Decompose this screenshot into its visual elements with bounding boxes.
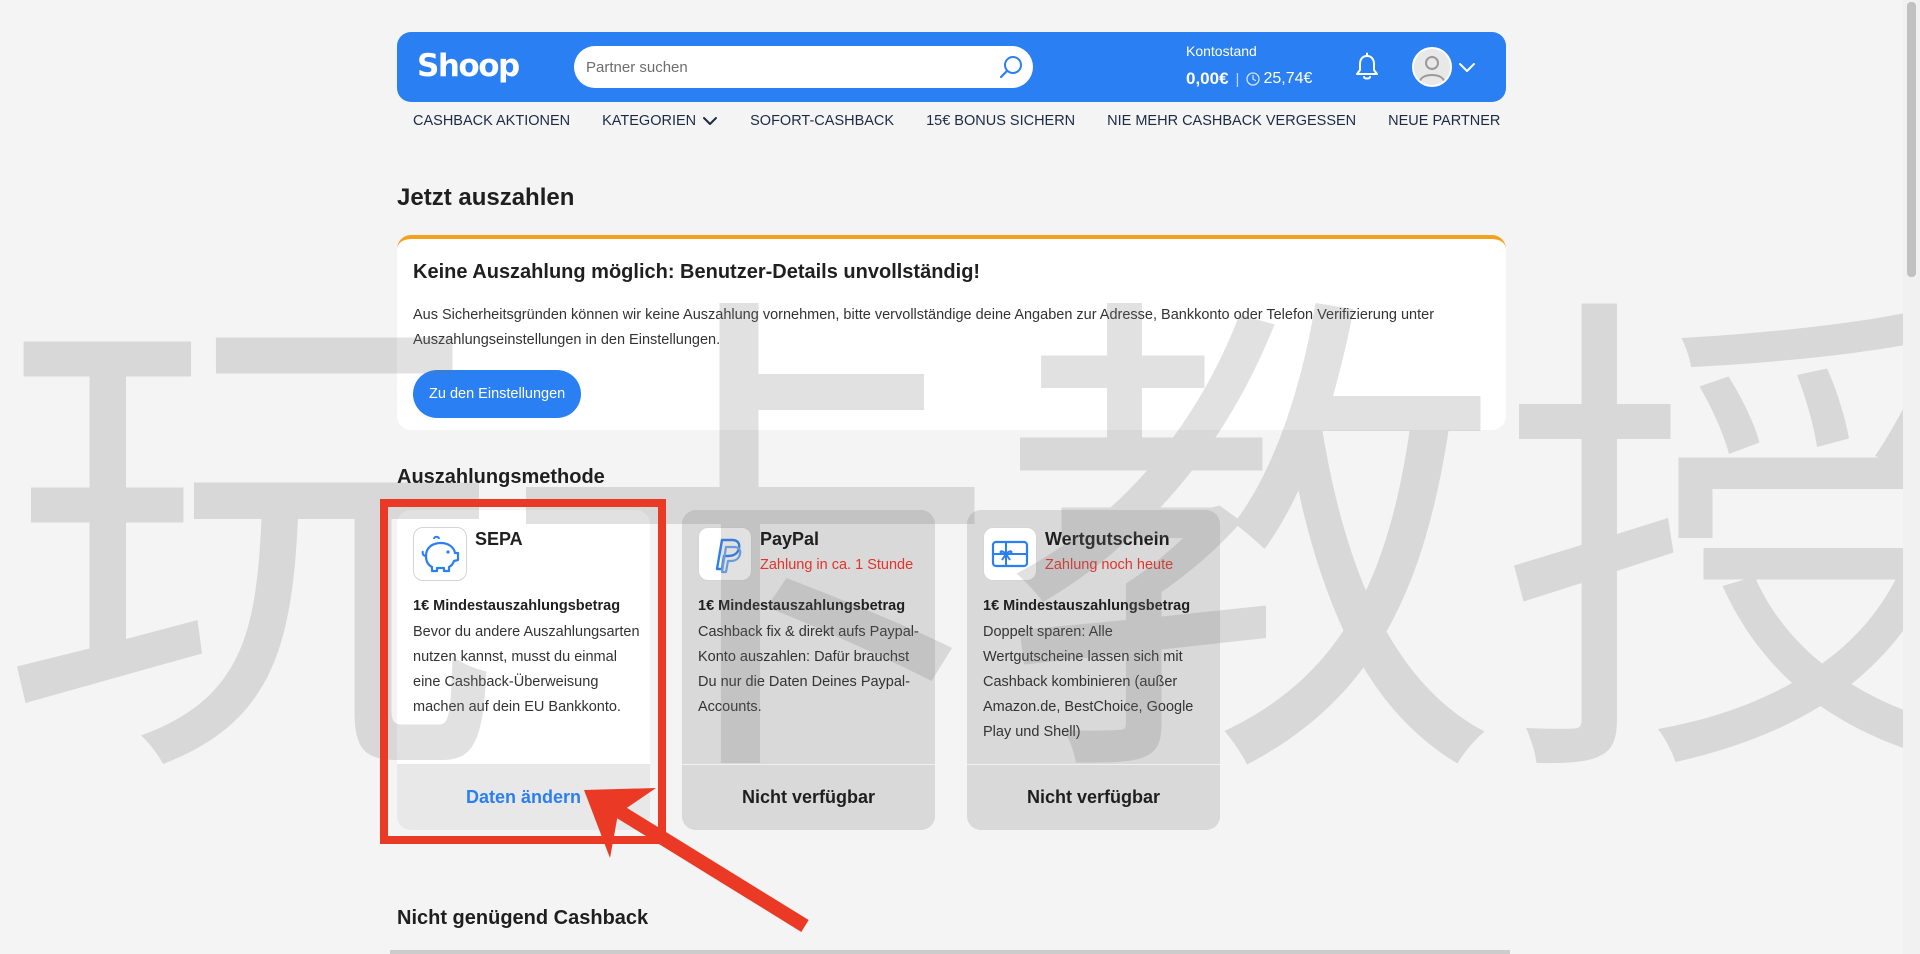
nav-item-label: Sofort-Cashback <box>750 113 895 129</box>
user-icon <box>1419 56 1445 82</box>
gift-card-icon <box>983 527 1037 581</box>
bell-icon[interactable] <box>1353 52 1381 82</box>
settings-button[interactable]: Zu den Einstellungen <box>413 370 582 418</box>
clock-icon <box>1246 72 1261 86</box>
method-name: Wertgutschein <box>1045 529 1170 549</box>
balance-separator: | <box>1235 70 1240 88</box>
payout-alert: Keine Auszahlung möglich: Benutzer-Detai… <box>397 235 1506 430</box>
search-icon[interactable] <box>999 54 1025 80</box>
main-nav: Cashback Aktionen Kategorien Sofort-Cash… <box>413 110 1532 132</box>
method-description: Doppelt sparen: Alle Wertgutscheine lass… <box>983 624 1194 740</box>
method-subtitle: Zahlung noch heute <box>1045 557 1174 573</box>
method-description: Cashback fix & direkt aufs Paypal-Konto … <box>698 624 919 715</box>
balance-row[interactable]: 0,00€ | 25,74€ <box>1186 69 1312 89</box>
nav-item-sofort-cashback[interactable]: Sofort-Cashback <box>750 113 894 129</box>
top-header: Shoop Kontostand 0,00€ | 25,74€ <box>397 32 1506 102</box>
nav-item-bonus[interactable]: 15€ Bonus sichern <box>926 113 1075 129</box>
nav-item-neue-partner[interactable]: Neue Partner <box>1388 113 1500 129</box>
alert-text: Aus Sicherheitsgründen können wir keine … <box>413 307 1435 348</box>
alert-title: Keine Auszahlung möglich: Benutzer-Detai… <box>413 261 981 283</box>
pending-balance: 25,74€ <box>1246 70 1312 88</box>
method-subtitle: Zahlung in ca. 1 Stunde <box>760 557 914 573</box>
annotation-arrow-icon <box>584 788 809 932</box>
method-min-amount: 1€ Mindestauszahlungsbetrag <box>698 598 906 614</box>
nav-item-label: 15€ Bonus sichern <box>926 113 1076 129</box>
nav-item-kategorien[interactable]: Kategorien <box>602 113 718 129</box>
nav-item-label: Kategorien <box>602 113 697 129</box>
pending-value: 25,74€ <box>1263 70 1313 87</box>
scrollbar[interactable] <box>1903 0 1920 954</box>
search-box[interactable] <box>574 46 1033 88</box>
nav-item-label: Neue Partner <box>1388 113 1501 129</box>
nav-item-label: Cashback Aktionen <box>413 113 571 129</box>
method-card-wertgutschein: Wertgutschein Zahlung noch heute 1€ Mind… <box>967 510 1220 830</box>
balance-value: 0,00€ <box>1186 69 1229 88</box>
method-name: PayPal <box>760 529 820 549</box>
shoop-logo[interactable]: Shoop <box>417 48 520 84</box>
unavailable-label: Nicht verfügbar <box>967 764 1220 830</box>
nav-item-label: Nie mehr Cashback vergessen <box>1107 113 1357 129</box>
page: Shoop Kontostand 0,00€ | 25,74€ <box>0 0 1920 954</box>
chevron-down-icon <box>703 117 718 125</box>
avatar[interactable] <box>1412 47 1452 87</box>
divider <box>390 950 1510 954</box>
chevron-down-icon[interactable] <box>1458 60 1476 74</box>
watermark-char: 授 <box>1500 259 1920 841</box>
search-input[interactable] <box>586 46 986 88</box>
scrollbar-thumb[interactable] <box>1907 2 1916 277</box>
method-min-amount: 1€ Mindestauszahlungsbetrag <box>983 598 1191 614</box>
nav-item-cashback-aktionen[interactable]: Cashback Aktionen <box>413 113 570 129</box>
methods-title: Auszahlungsmethode <box>397 466 605 488</box>
paypal-icon <box>698 527 752 581</box>
page-title: Jetzt auszahlen <box>397 184 575 211</box>
nav-item-nie-mehr-vergessen[interactable]: Nie mehr Cashback vergessen <box>1107 113 1356 129</box>
balance-label: Kontostand <box>1186 43 1257 59</box>
